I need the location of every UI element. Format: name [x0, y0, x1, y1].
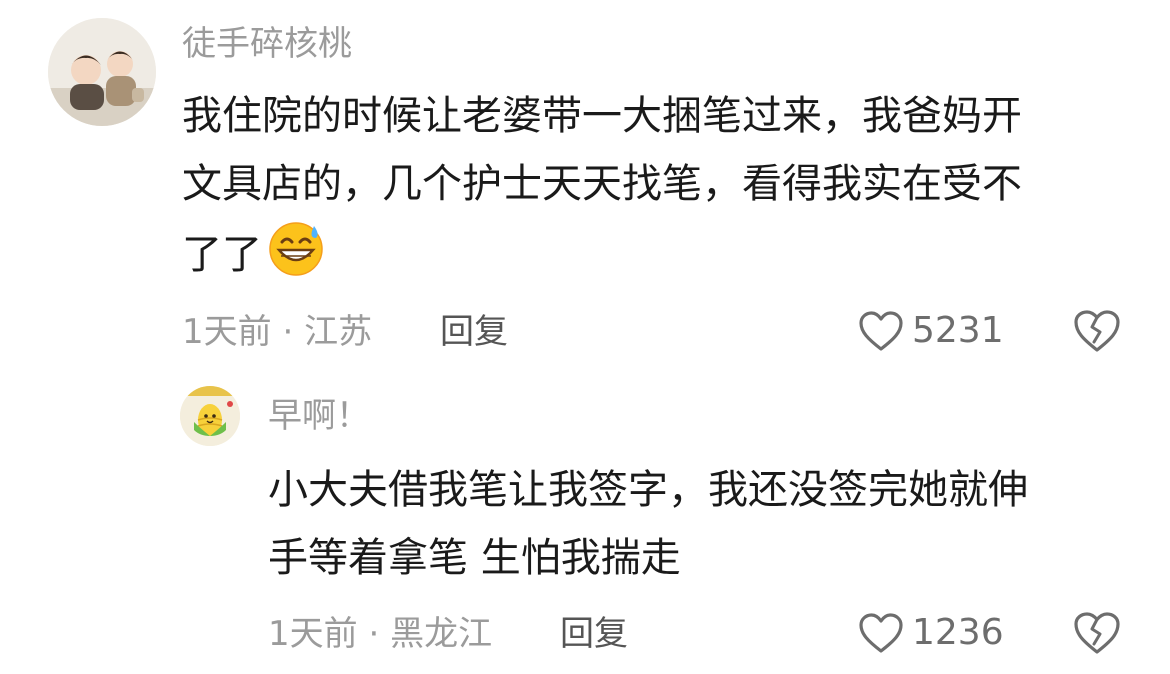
- comment-line: 文具店的，几个护士天天找笔，看得我实在受不: [182, 161, 1022, 207]
- grinning-sweat-emoji-icon: [266, 218, 326, 278]
- broken-heart-icon: [1074, 612, 1120, 654]
- broken-heart-icon: [1074, 310, 1120, 352]
- like-count: 5231: [912, 310, 1004, 351]
- like-button[interactable]: 5231: [858, 310, 1004, 352]
- comment-line: 我住院的时候让老婆带一大捆笔过来，我爸妈开: [182, 93, 1022, 139]
- reply-body: 小大夫借我笔让我签字，我还没签完她就伸 手等着拿笔 生怕我揣走: [268, 456, 1028, 592]
- reply-like-button[interactable]: 1236: [858, 612, 1004, 654]
- reply-avatar[interactable]: [180, 386, 240, 446]
- avatar-photo: [48, 18, 156, 126]
- heart-outline-icon: [859, 613, 903, 653]
- reply-username[interactable]: 早啊！: [268, 396, 370, 436]
- reply-line: 小大夫借我笔让我签字，我还没签完她就伸: [268, 467, 1028, 513]
- comment-thread: 徒手碎核桃 我住院的时候让老婆带一大捆笔过来，我爸妈开 文具店的，几个护士天天找…: [0, 0, 1170, 674]
- reply-button[interactable]: 回复: [440, 312, 508, 352]
- comment-meta: 1天前 · 江苏: [182, 312, 372, 352]
- comment-line: 了了: [182, 232, 262, 278]
- reply-line: 手等着拿笔 生怕我揣走: [268, 535, 681, 581]
- reply-like-count: 1236: [912, 612, 1004, 653]
- meta-separator: ·: [368, 614, 380, 654]
- comment-body: 我住院的时候让老婆带一大捆笔过来，我爸妈开 文具店的，几个护士天天找笔，看得我实…: [182, 82, 1022, 286]
- reply-dislike-button[interactable]: [1072, 610, 1122, 656]
- reply-location: 黑龙江: [390, 614, 493, 654]
- heart-outline-icon: [859, 311, 903, 351]
- comment-username[interactable]: 徒手碎核桃: [182, 24, 352, 64]
- reply-time: 1天前: [268, 614, 358, 654]
- comment-line-last: 了了: [182, 218, 1022, 286]
- reply-meta: 1天前 · 黑龙江: [268, 614, 492, 654]
- comment-location: 江苏: [304, 312, 373, 352]
- reply-avatar-image: [180, 386, 240, 446]
- meta-separator: ·: [282, 312, 294, 352]
- comment-time: 1天前: [182, 312, 272, 352]
- reply-reply-button[interactable]: 回复: [560, 614, 628, 654]
- avatar[interactable]: [48, 18, 156, 126]
- dislike-button[interactable]: [1072, 308, 1122, 354]
